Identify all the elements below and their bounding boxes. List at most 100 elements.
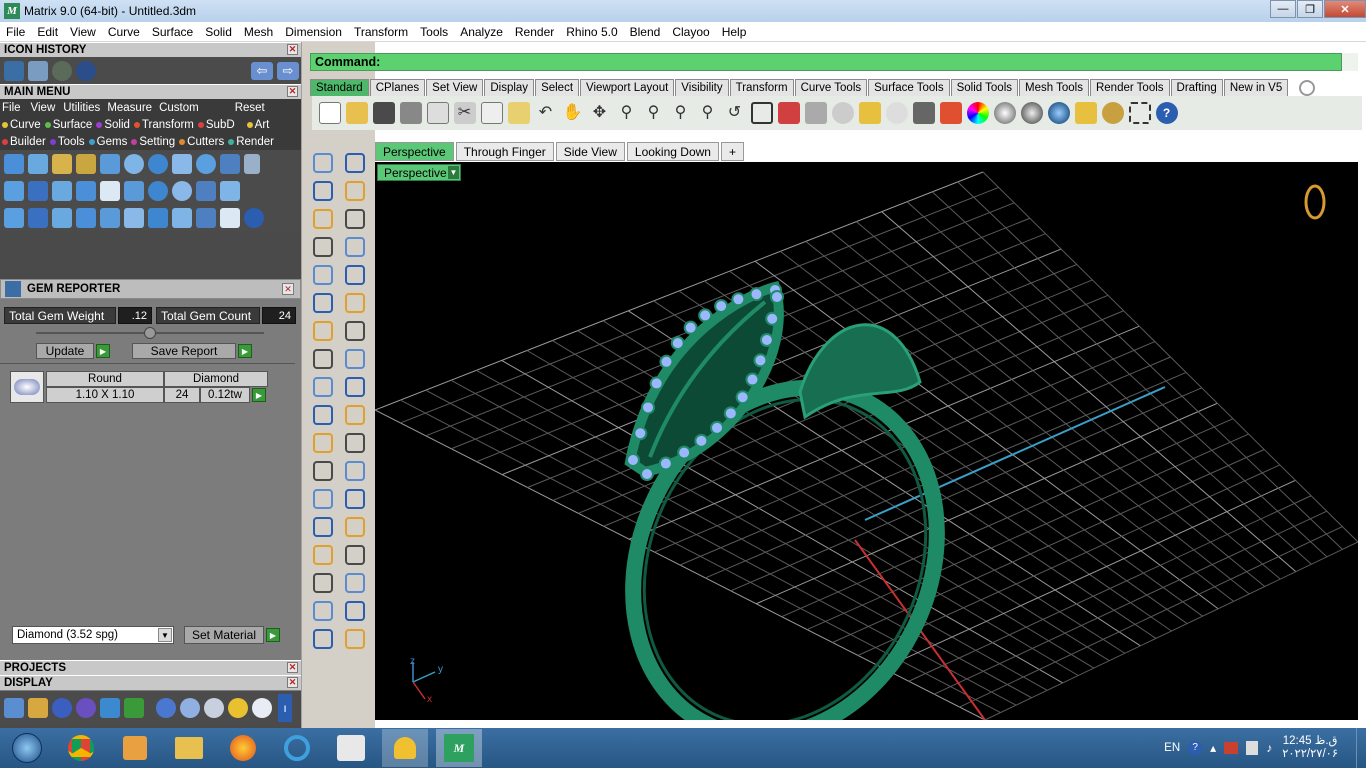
copy-icon[interactable]: [480, 102, 503, 124]
xray-icon[interactable]: [100, 698, 120, 718]
tool-icon[interactable]: [172, 207, 192, 228]
menu-surface[interactable]: Surface: [146, 25, 199, 39]
cut-icon[interactable]: ✂: [453, 102, 476, 124]
side-tool-icon[interactable]: [345, 181, 365, 201]
four-view-icon[interactable]: [750, 102, 773, 124]
tool-icon[interactable]: [52, 180, 72, 201]
close-icon[interactable]: ✕: [287, 86, 298, 97]
menu-curve[interactable]: Curve: [102, 25, 146, 39]
tab-render-tools[interactable]: Render Tools: [1089, 79, 1170, 96]
language-indicator[interactable]: EN: [1164, 742, 1180, 754]
chrome-taskbar-button[interactable]: [58, 729, 104, 767]
close-icon[interactable]: ✕: [287, 44, 298, 55]
mm-subd[interactable]: SubD: [196, 119, 237, 131]
side-tool-icon[interactable]: [345, 321, 365, 341]
perspective-viewport[interactable]: z y x: [375, 162, 1358, 720]
network-icon[interactable]: [1246, 741, 1259, 755]
ring-icon[interactable]: [244, 207, 264, 228]
wireframe-icon[interactable]: [4, 698, 24, 718]
tab-solid-tools[interactable]: Solid Tools: [950, 79, 1018, 96]
side-tool-icon[interactable]: [313, 433, 333, 453]
help-icon[interactable]: ?: [1155, 102, 1178, 124]
side-tool-icon[interactable]: [313, 573, 333, 593]
mm-measure[interactable]: Measure: [105, 102, 154, 114]
info-icon[interactable]: ı: [278, 694, 292, 722]
paste-icon[interactable]: [507, 102, 530, 124]
clock[interactable]: 12:45 ق.ظ ۲۰۲۲/۲۷/۰۶: [1282, 735, 1338, 761]
side-tool-icon[interactable]: [345, 349, 365, 369]
tab-surface-tools[interactable]: Surface Tools: [868, 79, 950, 96]
zoom-icon[interactable]: ⚲: [616, 102, 638, 124]
import-icon[interactable]: [426, 102, 449, 124]
firefox-taskbar-button[interactable]: [220, 729, 266, 767]
rhino-taskbar-button[interactable]: [328, 729, 374, 767]
tab-looking-down[interactable]: Looking Down: [626, 142, 719, 161]
add-viewport-tab[interactable]: +: [720, 142, 744, 161]
menu-solid[interactable]: Solid: [199, 25, 238, 39]
tool-icon[interactable]: [4, 153, 24, 174]
tool-icon[interactable]: [100, 153, 120, 174]
command-line[interactable]: Command:: [310, 53, 1342, 71]
side-tool-icon[interactable]: [345, 377, 365, 397]
tool-icon[interactable]: [172, 180, 192, 201]
mm-custom[interactable]: Custom: [157, 102, 201, 114]
media-player-taskbar-button[interactable]: [112, 729, 158, 767]
tool-icon[interactable]: [148, 180, 168, 201]
tab-perspective[interactable]: Perspective: [375, 142, 454, 161]
tool-icon[interactable]: [220, 207, 240, 228]
menu-clayoo[interactable]: Clayoo: [666, 25, 715, 39]
side-tool-icon[interactable]: [313, 405, 333, 425]
notification-taskbar-button[interactable]: [382, 729, 428, 767]
tool-icon[interactable]: [148, 153, 168, 174]
material-select[interactable]: Diamond (3.52 spg) ▼: [12, 626, 174, 644]
side-tool-icon[interactable]: [345, 405, 365, 425]
mm-gems[interactable]: Gems: [87, 136, 130, 148]
close-icon[interactable]: ✕: [287, 662, 298, 673]
side-tool-icon[interactable]: [313, 237, 333, 257]
render-sphere-icon[interactable]: [1020, 102, 1043, 124]
tool-icon[interactable]: [124, 153, 144, 174]
tool-icon[interactable]: [4, 180, 24, 201]
tool-icon[interactable]: [52, 207, 72, 228]
new-file-icon[interactable]: [318, 102, 341, 124]
mm-builder[interactable]: Builder: [0, 136, 48, 148]
volume-icon[interactable]: ♪: [1266, 741, 1272, 755]
side-tool-icon[interactable]: [345, 265, 365, 285]
mm-utilities[interactable]: Utilities: [61, 102, 102, 114]
set-material-button[interactable]: Set Material: [184, 626, 264, 644]
tab-curve-tools[interactable]: Curve Tools: [794, 79, 868, 96]
tool-icon[interactable]: [220, 153, 240, 174]
splitter-handle[interactable]: [144, 327, 156, 339]
tab-through-finger[interactable]: Through Finger: [455, 142, 554, 161]
mm-cutters[interactable]: Cutters: [177, 136, 226, 148]
save-report-button[interactable]: Save Report: [132, 343, 236, 359]
save-icon[interactable]: [372, 102, 395, 124]
open-folder-icon[interactable]: [345, 102, 368, 124]
side-tool-icon[interactable]: [345, 209, 365, 229]
gold-sphere-icon[interactable]: [228, 698, 248, 718]
ghosted-icon[interactable]: [76, 698, 96, 718]
tab-set-view[interactable]: Set View: [426, 79, 484, 96]
tool-icon[interactable]: [244, 153, 260, 174]
menu-file[interactable]: File: [0, 25, 31, 39]
tab-mesh-tools[interactable]: Mesh Tools: [1019, 79, 1089, 96]
help-icon[interactable]: ?: [1188, 741, 1203, 755]
chevron-down-icon[interactable]: ▼: [448, 166, 459, 179]
tool-icon[interactable]: [28, 207, 48, 228]
tab-side-view[interactable]: Side View: [555, 142, 625, 161]
light-icon[interactable]: [885, 102, 908, 124]
ie-taskbar-button[interactable]: [274, 729, 320, 767]
menu-mesh[interactable]: Mesh: [238, 25, 279, 39]
windows-start-button[interactable]: [4, 729, 50, 767]
gear-icon[interactable]: [1101, 102, 1124, 124]
show-desktop-button[interactable]: [1356, 728, 1366, 768]
mm-solid[interactable]: Solid: [94, 119, 132, 131]
tab-viewport-layout[interactable]: Viewport Layout: [580, 79, 675, 96]
side-tool-icon[interactable]: [345, 461, 365, 481]
menu-rhino5[interactable]: Rhino 5.0: [560, 25, 623, 39]
pan-icon[interactable]: ✋: [562, 102, 584, 124]
side-tool-icon[interactable]: [345, 153, 365, 173]
layer-icon[interactable]: [939, 102, 962, 124]
tab-drafting[interactable]: Drafting: [1170, 79, 1223, 96]
tool-icon[interactable]: [100, 180, 120, 201]
